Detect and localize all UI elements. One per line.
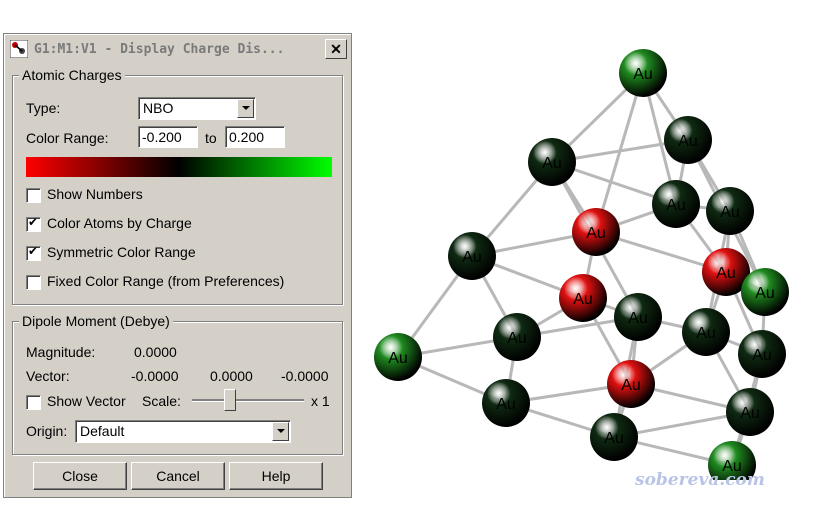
close-button[interactable]: Close [33,462,127,490]
magnitude-label: Magnitude: [26,344,96,360]
charge-type-select[interactable]: NBO [138,97,256,120]
atom-label: Au [462,249,482,266]
scale-slider-track[interactable] [192,399,304,402]
atom-label: Au [720,204,740,221]
to-label: to [205,130,217,146]
color-range-label: Color Range: [26,130,109,146]
atomic-charges-group-title: Atomic Charges [19,67,125,83]
gaussview-app-icon [10,40,28,58]
type-label: Type: [26,100,61,116]
origin-value: Default [80,423,125,439]
charge-color-gradient [26,157,332,177]
show-numbers-checkbox[interactable] [26,188,41,203]
show-numbers-label: Show Numbers [47,186,143,202]
atom-label: Au [604,430,624,447]
charge-type-value: NBO [143,100,174,116]
origin-select[interactable]: Default [75,420,291,443]
title-bar[interactable]: G1:M1:V1 - Display Charge Dis... ✕ [6,36,349,62]
magnitude-value: 0.0000 [134,344,177,360]
atom-label: Au [496,396,516,413]
scale-value: x 1 [311,393,330,409]
atom-label: Au [666,197,686,214]
fixed-color-range-checkbox[interactable] [26,275,41,290]
display-charge-dialog: G1:M1:V1 - Display Charge Dis... ✕ Atomi… [3,33,352,498]
atom-label: Au [696,325,716,342]
color-range-max-input[interactable]: 0.200 [225,126,285,148]
origin-label: Origin: [26,423,68,439]
atom-label: Au [755,285,775,302]
watermark: sobereva.com [635,470,765,490]
fixed-color-range-label: Fixed Color Range (from Preferences) [47,273,285,289]
help-button[interactable]: Help [229,462,323,490]
atom-label: Au [716,265,736,282]
scale-slider-thumb[interactable] [224,389,236,411]
scale-label: Scale: [142,393,181,409]
symmetric-color-range-label: Symmetric Color Range [47,244,196,260]
chevron-down-icon[interactable] [272,422,289,441]
show-vector-checkbox[interactable] [26,395,41,410]
atom-label: Au [507,330,527,347]
cancel-button[interactable]: Cancel [131,462,225,490]
atom-label: Au [586,225,606,242]
color-atoms-by-charge-label: Color Atoms by Charge [47,215,192,231]
atom-label: Au [628,310,648,327]
symmetric-color-range-checkbox[interactable] [26,244,41,261]
window-title: G1:M1:V1 - Display Charge Dis... [34,42,285,57]
atom-label: Au [633,66,653,83]
close-window-icon[interactable]: ✕ [325,39,347,59]
vector-z-value: -0.0000 [281,368,329,384]
atom-label: Au [542,155,562,172]
vector-label: Vector: [26,368,70,384]
atom-label: Au [752,347,772,364]
atom-label: Au [621,377,641,394]
dipole-moment-group-title: Dipole Moment (Debye) [19,313,173,329]
atom-label: Au [573,291,593,308]
atom-label: Au [678,133,698,150]
color-range-min-input[interactable]: -0.200 [138,126,198,148]
vector-x-value: -0.0000 [131,368,179,384]
molecule-view[interactable]: AuAuAuAuAu AuAuAuAuAuAuAu AuAuAuAuAuAuAuAu [360,40,800,480]
atom-label: Au [740,405,760,422]
atom-label: Au [388,350,408,367]
vector-y-value: 0.0000 [210,368,253,384]
color-atoms-by-charge-checkbox[interactable] [26,215,41,232]
chevron-down-icon[interactable] [237,99,254,118]
show-vector-label: Show Vector [47,393,126,409]
